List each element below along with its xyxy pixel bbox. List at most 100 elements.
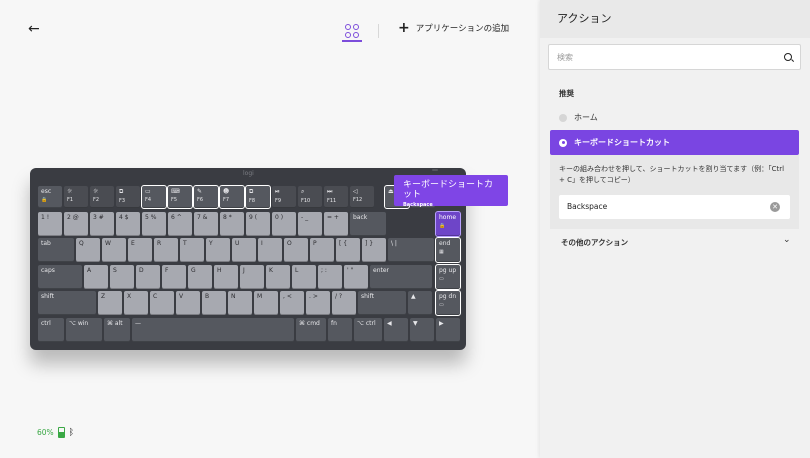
key[interactable]: C (150, 291, 174, 315)
key[interactable]: I (258, 238, 282, 262)
key[interactable]: R (154, 238, 178, 262)
key[interactable]: ⧉ F8 (245, 185, 271, 209)
key[interactable]: X (124, 291, 148, 315)
key[interactable]: ▼ (410, 318, 434, 342)
key[interactable]: ctrl (38, 318, 64, 342)
key[interactable]: M (254, 291, 278, 315)
key-sublabel: F3 (119, 198, 126, 204)
key-label: ; : (321, 267, 327, 274)
key[interactable]: ✎ F6 (193, 185, 219, 209)
key[interactable]: Z (98, 291, 122, 315)
key[interactable]: ⌥ ctrl (354, 318, 382, 342)
key-label: 6 ^ (171, 214, 182, 221)
key[interactable]: tab (38, 238, 74, 262)
key[interactable]: ▲ (408, 291, 432, 315)
key[interactable]: F (162, 265, 186, 289)
key[interactable]: - _ (298, 212, 322, 236)
key[interactable]: ] } (362, 238, 386, 262)
key[interactable]: B (202, 291, 226, 315)
key[interactable]: ⌘ alt (104, 318, 130, 342)
key[interactable]: K (266, 265, 290, 289)
key[interactable]: O (284, 238, 308, 262)
key[interactable]: D (136, 265, 160, 289)
key[interactable]: enter (370, 265, 432, 289)
key[interactable]: esc 🔒 (38, 186, 62, 208)
key-label: D (139, 267, 144, 274)
key[interactable]: U (232, 238, 256, 262)
key[interactable]: ▶ (436, 318, 460, 342)
key[interactable]: ⧉ F3 (116, 186, 140, 208)
key[interactable]: 3 # (90, 212, 114, 236)
key[interactable]: Y (206, 238, 230, 262)
key-sublabel: F8 (249, 198, 256, 204)
search-icon[interactable] (784, 53, 792, 61)
grid-icon[interactable] (344, 24, 360, 38)
more-actions[interactable]: その他のアクション (561, 237, 628, 248)
key[interactable]: ; : (318, 265, 342, 289)
key[interactable]: end ▦ (435, 237, 461, 263)
key[interactable]: ⏯ F9 (272, 186, 296, 208)
key[interactable]: ⌨ F5 (167, 185, 193, 209)
key[interactable]: ☼ F1 (64, 186, 88, 208)
key[interactable]: , < (280, 291, 304, 315)
key[interactable]: pg dn ▭ (435, 290, 461, 316)
key[interactable]: P (310, 238, 334, 262)
key[interactable]: J (240, 265, 264, 289)
key[interactable]: home 🔒 (435, 211, 461, 237)
key[interactable]: ⌕ F10 (298, 186, 322, 208)
key[interactable]: V (176, 291, 200, 315)
key[interactable]: pg up ▭ (435, 264, 461, 290)
option-keyboard-shortcut[interactable]: キーボードショートカット (550, 130, 799, 155)
key[interactable]: 7 & (194, 212, 218, 236)
key[interactable]: . > (306, 291, 330, 315)
key[interactable]: ☼ F2 (90, 186, 114, 208)
key[interactable]: H (214, 265, 238, 289)
key[interactable]: ◁ F12 (350, 186, 374, 208)
key[interactable]: E (128, 238, 152, 262)
chevron-down-icon[interactable]: ⌄ (783, 235, 791, 245)
key[interactable]: — (132, 318, 294, 342)
key[interactable]: shift (38, 291, 96, 315)
shortcut-field[interactable]: Backspace ✕ (559, 195, 790, 219)
key[interactable]: A (84, 265, 108, 289)
clear-icon[interactable]: ✕ (770, 202, 780, 212)
key[interactable]: caps (38, 265, 82, 289)
key-label: G (191, 267, 196, 274)
key[interactable]: ◀ (384, 318, 408, 342)
key[interactable]: 0 ) (272, 212, 296, 236)
option-home[interactable]: ホーム (559, 112, 598, 123)
key[interactable]: ' " (344, 265, 368, 289)
key[interactable]: S (110, 265, 134, 289)
key[interactable]: back (350, 212, 386, 236)
key[interactable]: 4 $ (116, 212, 140, 236)
key[interactable]: ▭ F4 (141, 185, 167, 209)
key[interactable]: / ? (332, 291, 356, 315)
key[interactable]: 6 ^ (168, 212, 192, 236)
search-input[interactable]: 検索 (548, 44, 801, 70)
key-label: , < (283, 293, 292, 300)
key[interactable]: 2 @ (64, 212, 88, 236)
shortcut-tooltip: キーボードショートカット Backspace (394, 175, 508, 208)
key[interactable]: ⌥ win (66, 318, 102, 342)
key[interactable]: \ | (388, 238, 434, 262)
add-application-button[interactable]: + アプリケーションの追加 (398, 21, 509, 35)
back-arrow-icon[interactable]: ← (28, 22, 42, 36)
key[interactable]: G (188, 265, 212, 289)
key[interactable]: 9 ( (246, 212, 270, 236)
key[interactable]: = + (324, 212, 348, 236)
key[interactable]: Q (76, 238, 100, 262)
key[interactable]: fn (328, 318, 352, 342)
key[interactable]: shift (358, 291, 406, 315)
key[interactable]: ⌘ cmd (296, 318, 326, 342)
key[interactable]: 1 ! (38, 212, 62, 236)
key[interactable]: T (180, 238, 204, 262)
key[interactable]: L (292, 265, 316, 289)
main-area: ← + アプリケーションの追加 logi esc 🔒 ☼ F1 ☼ F2 ⧉ F3 ▭ F4 ⌨ F5… (0, 0, 540, 458)
key[interactable]: 8 * (220, 212, 244, 236)
key[interactable]: ☻ F7 (219, 185, 245, 209)
key[interactable]: ⏭ F11 (324, 186, 348, 208)
key[interactable]: 5 % (142, 212, 166, 236)
key[interactable]: [ { (336, 238, 360, 262)
key[interactable]: W (102, 238, 126, 262)
key[interactable]: N (228, 291, 252, 315)
